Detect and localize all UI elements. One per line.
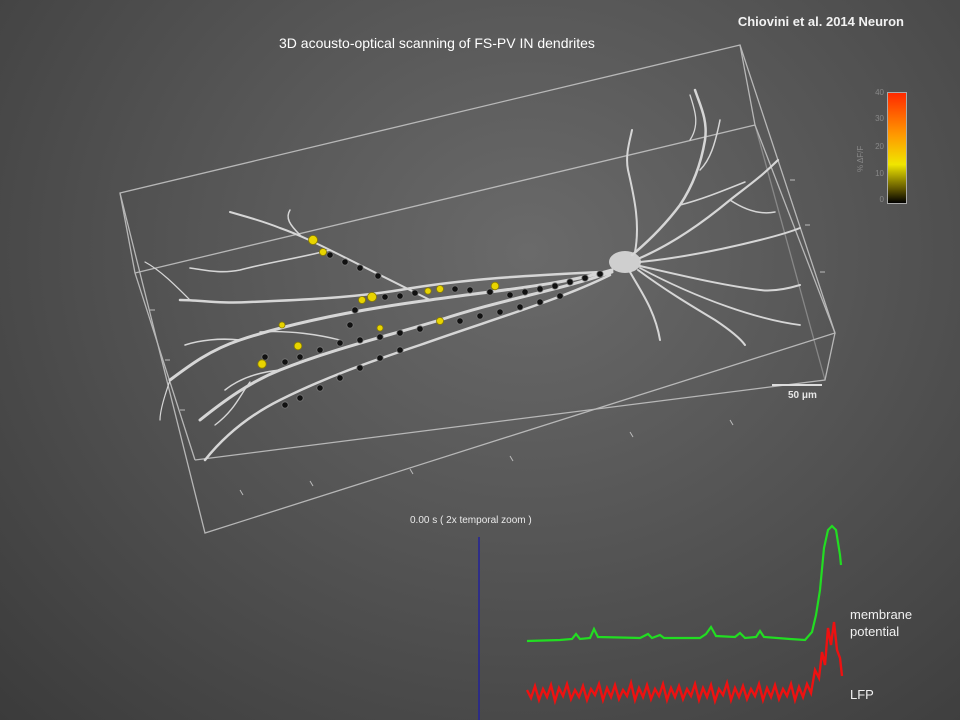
scene-canvas [119, 44, 844, 720]
lfp-trace [525, 621, 844, 706]
colorbar-tick: 40 [875, 88, 884, 97]
figure-title: 3D acousto-optical scanning of FS-PV IN … [279, 35, 595, 51]
roi-points-active [257, 235, 500, 369]
colorbar-tick: 20 [875, 142, 884, 151]
time-label: 0.00 s ( 2x temporal zoom ) [410, 515, 532, 526]
neuron-dendrites [144, 88, 801, 462]
colorbar [887, 92, 907, 204]
colorbar-tick: 10 [875, 169, 884, 178]
colorbar-tick: 30 [875, 114, 884, 123]
citation-text: Chiovini et al. 2014 Neuron [737, 14, 904, 29]
membrane-potential-label: membrane potential [850, 607, 913, 639]
scale-bar-label: 50 μm [788, 390, 817, 401]
lfp-label: LFP [850, 687, 874, 702]
bounding-box [119, 44, 836, 534]
membrane-trace [526, 524, 843, 643]
colorbar-axis-label: % ΔF/F [856, 145, 865, 172]
colorbar-tick: 0 [879, 195, 884, 204]
